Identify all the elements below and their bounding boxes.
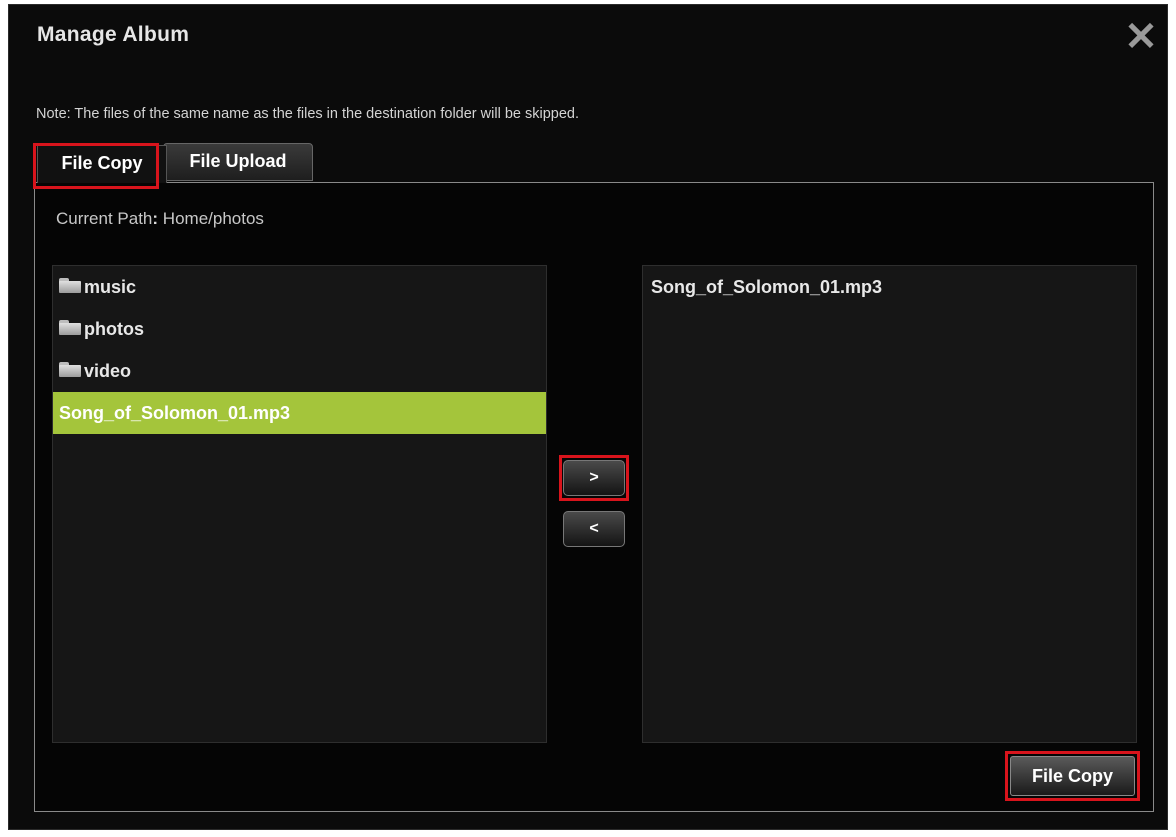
note-text: Note: The files of the same name as the … bbox=[36, 106, 579, 122]
folder-icon bbox=[59, 320, 81, 336]
tab-file-upload[interactable]: File Upload bbox=[163, 143, 313, 181]
current-path: Current Path: Home/photos bbox=[56, 209, 264, 229]
dialog-title: Manage Album bbox=[37, 23, 190, 46]
folder-icon bbox=[59, 278, 81, 294]
file-copy-button[interactable]: File Copy bbox=[1010, 756, 1135, 796]
list-item-label: photos bbox=[84, 319, 144, 339]
destination-file-list[interactable]: Song_of_Solomon_01.mp3 bbox=[642, 265, 1137, 743]
folder-icon bbox=[59, 362, 81, 378]
remove-from-destination-button[interactable]: < bbox=[563, 511, 625, 547]
current-path-label: Current Path bbox=[56, 209, 153, 228]
add-to-destination-button[interactable]: > bbox=[563, 460, 625, 496]
tab-file-copy[interactable]: File Copy bbox=[37, 145, 167, 183]
list-item[interactable]: Song_of_Solomon_01.mp3 bbox=[643, 266, 1136, 308]
list-item[interactable]: photos bbox=[53, 308, 546, 350]
file-copy-panel: Current Path: Home/photos music photos v… bbox=[34, 182, 1154, 812]
list-item-label: Song_of_Solomon_01.mp3 bbox=[59, 403, 291, 423]
list-item-selected[interactable]: Song_of_Solomon_01.mp3 bbox=[53, 392, 546, 434]
current-path-value: Home/photos bbox=[162, 209, 264, 228]
close-icon[interactable]: ✕ bbox=[1121, 17, 1161, 57]
manage-album-dialog: Manage Album ✕ Note: The files of the sa… bbox=[8, 4, 1168, 830]
source-file-list[interactable]: music photos video Song_of_Solomon_01.mp… bbox=[52, 265, 547, 743]
current-path-separator: : bbox=[152, 209, 159, 228]
list-item[interactable]: video bbox=[53, 350, 546, 392]
list-item[interactable]: music bbox=[53, 266, 546, 308]
list-item-label: video bbox=[84, 361, 132, 381]
list-item-label: music bbox=[84, 277, 137, 297]
